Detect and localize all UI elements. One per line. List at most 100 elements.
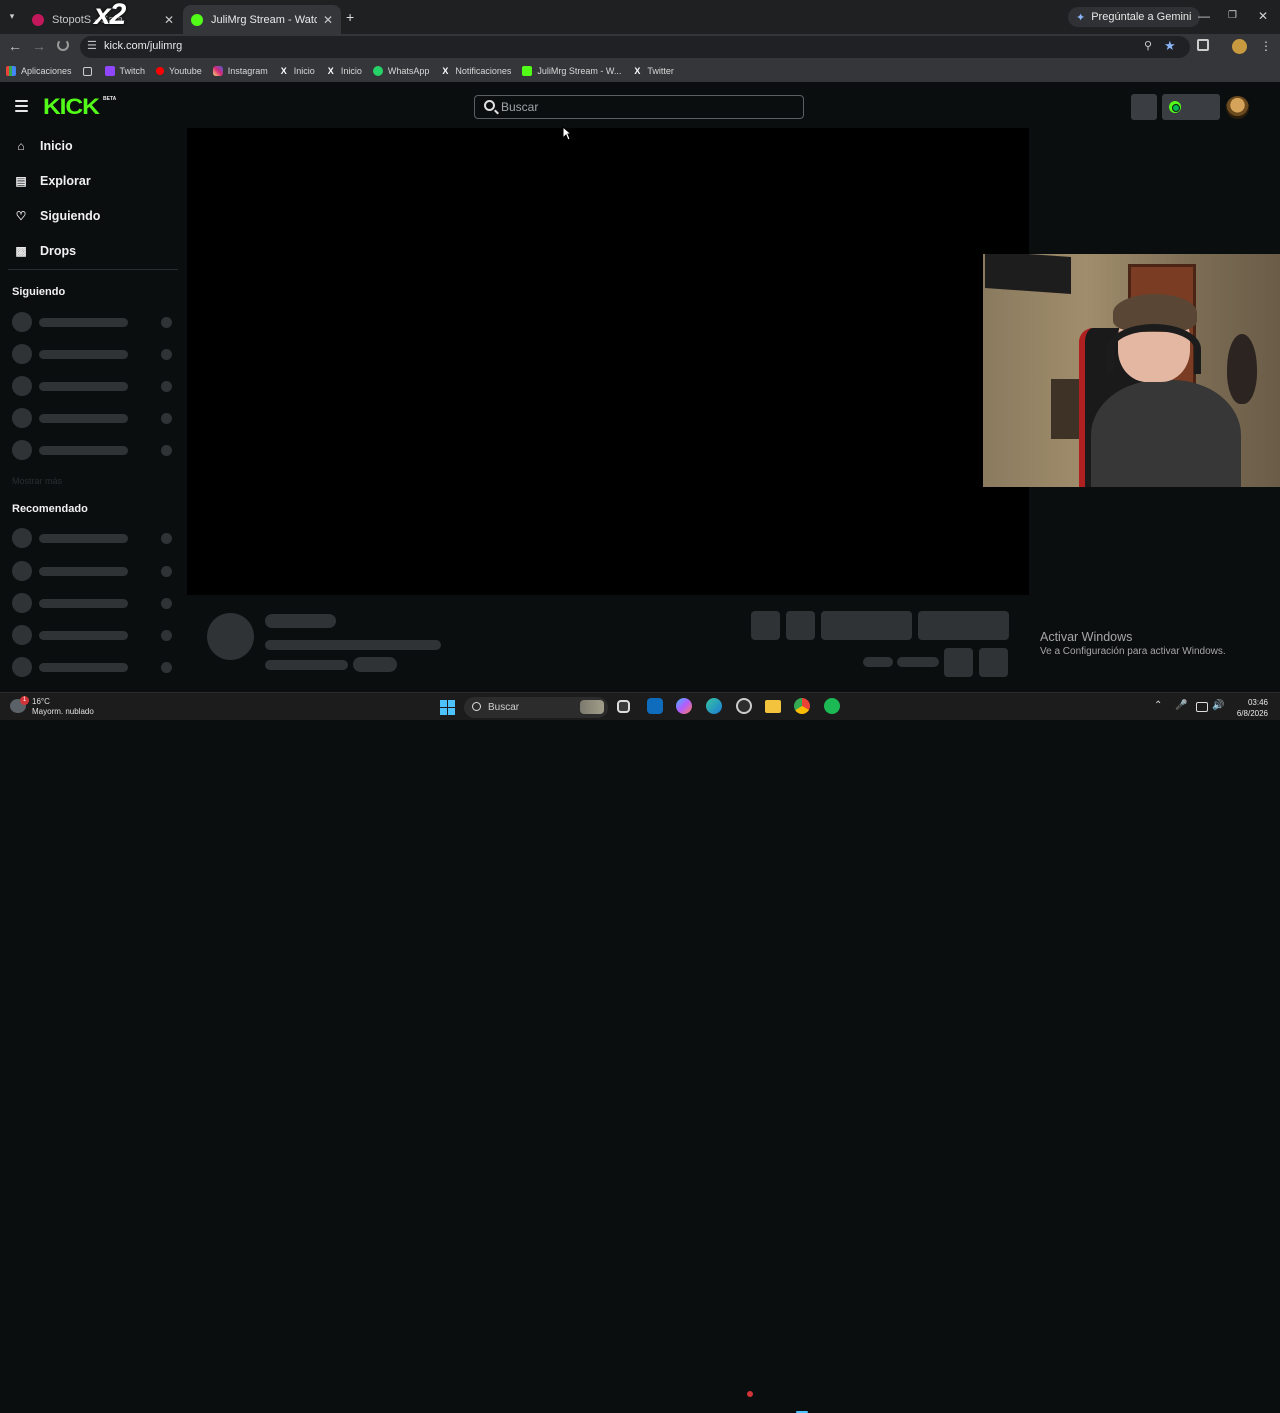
bookmark-label: Youtube (169, 66, 202, 76)
back-arrow-icon[interactable]: ← (8, 38, 22, 54)
overlay-x2-text: x2 (94, 0, 126, 31)
browser-tab-kick[interactable]: JuliMrg Stream - Watch Live on ✕ (183, 5, 341, 34)
forward-arrow-icon[interactable]: → (32, 38, 46, 54)
sidebar-item-siguiendo[interactable]: ♡ Siguiendo (14, 207, 101, 225)
header-kick-button[interactable] (1162, 94, 1220, 120)
network-icon[interactable] (1196, 702, 1208, 712)
bookmark-label: Inicio (340, 66, 362, 76)
action-button-skeleton[interactable] (918, 611, 1009, 640)
kick-header: KICK BETA (0, 82, 1280, 130)
sidebar-item-label: Siguiendo (40, 209, 101, 223)
search-input[interactable] (501, 99, 791, 115)
user-avatar[interactable] (1226, 96, 1249, 119)
bookmark-x-inicio-1[interactable]: X Inicio (279, 66, 315, 76)
loading-spinner-icon[interactable] (57, 39, 69, 51)
windows-start-icon[interactable] (440, 700, 455, 715)
video-player[interactable] (187, 128, 1029, 595)
show-more-link[interactable]: Mostrar más (12, 476, 62, 486)
minimize-icon[interactable]: — (1198, 9, 1210, 23)
bookmark-aplicaciones[interactable]: Aplicaciones (6, 66, 72, 76)
x-icon: X (327, 66, 334, 76)
kick-coin-icon (1169, 101, 1181, 113)
bookmark-whatsapp[interactable]: WhatsApp (372, 66, 429, 76)
stream-category-skeleton (265, 660, 348, 670)
copilot-icon[interactable] (676, 698, 692, 714)
action-button-skeleton[interactable] (821, 611, 912, 640)
extensions-icon[interactable] (1197, 39, 1209, 51)
gemini-sparkle-icon: ✦ (1076, 11, 1086, 24)
bookmark-label: Aplicaciones (21, 66, 72, 76)
bookmark-twitter[interactable]: X Twitter (632, 66, 674, 76)
tab-groups-icon (82, 66, 92, 76)
bookmark-youtube[interactable]: Youtube (156, 66, 202, 76)
action-button-skeleton[interactable] (786, 611, 815, 640)
activate-windows-subtitle: Ve a Configuración para activar Windows. (1040, 646, 1226, 657)
header-skeleton-button[interactable] (1131, 94, 1157, 120)
tab-title: JuliMrg Stream - Watch Live on (211, 13, 317, 26)
task-view-icon[interactable] (617, 700, 630, 713)
chrome-menu-icon[interactable]: ⋮ (1260, 39, 1272, 53)
sidebar-item-drops[interactable]: ▩ Drops (14, 242, 76, 260)
close-tab-icon[interactable]: ✕ (164, 13, 174, 27)
search-highlight-image (580, 700, 604, 714)
uptime-skeleton (897, 657, 939, 667)
bookmark-instagram[interactable]: Instagram (212, 66, 268, 76)
edge-icon[interactable] (706, 698, 722, 714)
stopots-favicon-icon (32, 13, 44, 26)
obs-icon[interactable] (736, 698, 752, 714)
action-button-skeleton[interactable] (751, 611, 780, 640)
gemini-button[interactable]: ✦ Pregúntale a Gemini (1068, 7, 1200, 27)
tray-chevron-icon[interactable]: ⌃ (1154, 700, 1162, 711)
zoom-icon[interactable]: ⚲ (1144, 39, 1152, 52)
taskbar-search[interactable]: Buscar (464, 697, 608, 718)
recommended-skeleton-row (12, 593, 177, 613)
sidebar-item-inicio[interactable]: ⌂ Inicio (14, 137, 73, 155)
url-text: kick.com/julimrg (104, 40, 183, 52)
volume-icon[interactable]: 🔊 (1212, 700, 1224, 711)
profile-avatar[interactable] (1232, 39, 1247, 54)
bookmark-tab-groups[interactable] (82, 66, 97, 76)
search-box[interactable] (474, 95, 804, 119)
system-clock[interactable]: 03:46 6/8/2026 (1228, 697, 1268, 719)
bookmark-label: JuliMrg Stream - W... (537, 66, 622, 76)
streamer-name-skeleton (265, 614, 336, 628)
sidebar-item-explorar[interactable]: ▤ Explorar (14, 172, 90, 190)
tab-search-button[interactable]: ▾ (6, 11, 18, 23)
taskbar-search-label: Buscar (488, 702, 520, 713)
kick-logo[interactable]: KICK (43, 94, 100, 120)
following-skeleton-row (12, 440, 177, 460)
twitch-icon (104, 66, 115, 76)
sidebar-item-label: Inicio (40, 139, 73, 153)
new-tab-plus-icon[interactable]: + (346, 9, 354, 25)
close-tab-icon[interactable]: ✕ (323, 13, 333, 27)
webcam-overlay (983, 254, 1280, 487)
share-button-skeleton[interactable] (944, 648, 973, 677)
spotify-icon[interactable] (824, 698, 840, 714)
weather-desc: Mayorm. nublado (32, 707, 94, 716)
bookmark-x-notificaciones[interactable]: X Notificaciones (440, 66, 511, 76)
activate-windows-watermark: Activar Windows Ve a Configuración para … (1040, 630, 1226, 657)
bookmark-kick-julimrg[interactable]: JuliMrg Stream - W... (522, 66, 621, 76)
headphones (1107, 324, 1201, 374)
bookmarks-bar: Aplicaciones Twitch Youtube Instagram X … (0, 60, 1280, 82)
restore-icon[interactable]: ❐ (1228, 10, 1237, 21)
viewer-count-skeleton (863, 657, 893, 667)
bookmark-star-icon[interactable]: ★ (1164, 38, 1176, 54)
browser-toolbar: ← → ☰ kick.com/julimrg ⚲ ★ ⋮ (0, 34, 1280, 60)
guitar (1227, 334, 1257, 404)
clock-time: 03:46 (1247, 698, 1268, 707)
file-explorer-icon[interactable] (765, 700, 781, 713)
chrome-icon[interactable] (794, 698, 810, 714)
close-window-icon[interactable]: ✕ (1258, 9, 1268, 23)
background-shelf (1051, 379, 1081, 439)
outlook-icon[interactable] (647, 698, 663, 714)
following-skeleton-row (12, 312, 177, 332)
site-settings-icon[interactable]: ☰ (87, 39, 97, 52)
bookmark-twitch[interactable]: Twitch (104, 66, 145, 76)
hamburger-menu-icon[interactable] (15, 100, 28, 112)
more-button-skeleton[interactable] (979, 648, 1008, 677)
sidebar-divider (8, 269, 178, 270)
address-bar[interactable]: ☰ kick.com/julimrg ⚲ ★ (80, 36, 1190, 58)
bookmark-x-inicio-2[interactable]: X Inicio (326, 66, 362, 76)
microphone-icon[interactable]: 🎤 (1175, 700, 1187, 711)
